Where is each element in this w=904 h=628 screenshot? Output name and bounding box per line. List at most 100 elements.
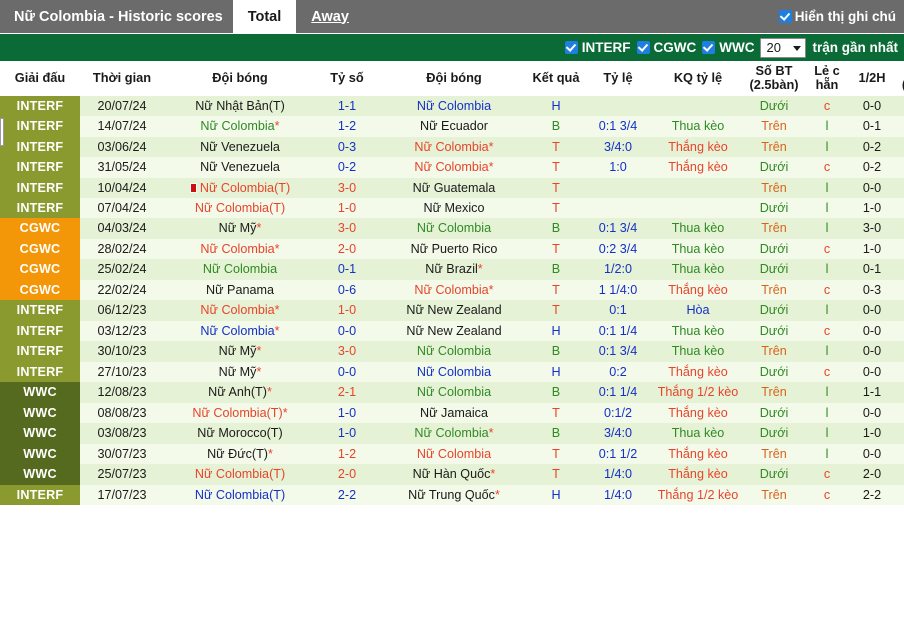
table-row[interactable]: INTERF 07/04/24 Nữ Colombia(T) 1-0 Nữ Mexico…	[0, 198, 904, 219]
col-header-time[interactable]: Thời gian	[80, 61, 164, 96]
table-row[interactable]: WWC 25/07/23 Nữ Colombia(T) 2-0 Nữ Hàn Quốc*…	[0, 464, 904, 485]
cell-league: WWC	[0, 464, 80, 485]
cell-home-team: Nữ Mỹ*	[164, 361, 316, 383]
cell-odd-even: l	[806, 443, 848, 465]
cell-bt25: Trên	[742, 218, 806, 239]
table-row[interactable]: WWC 08/08/23 Nữ Colombia(T)* 1-0 Nữ Jamaica T…	[0, 402, 904, 424]
cell-odds	[582, 177, 654, 198]
col-header-away[interactable]: Đội bóng	[378, 61, 530, 96]
table-row[interactable]: INTERF 20/07/24 Nữ Nhật Bản(T) 1-1 Nữ Colomb…	[0, 95, 904, 117]
cell-bt25: Dưới	[742, 402, 806, 424]
cell-league: INTERF	[0, 136, 80, 158]
cell-bt25: Trên	[742, 279, 806, 301]
cell-odd-even: c	[806, 95, 848, 117]
table-row[interactable]: INTERF 17/07/23 Nữ Colombia(T) 2-2 Nữ Trung …	[0, 484, 904, 506]
col-header-home[interactable]: Đội bóng	[164, 61, 316, 96]
cell-home-team: Nữ Colombia*	[164, 320, 316, 342]
cell-result: B	[530, 218, 582, 239]
col-header-score[interactable]: Tỷ số	[316, 61, 378, 96]
filter-wwc[interactable]: WWC	[702, 40, 754, 55]
cell-odd-even: c	[806, 157, 848, 178]
col-header-half[interactable]: 1/2H	[848, 61, 896, 96]
checkbox-checked-icon[interactable]	[564, 41, 578, 54]
filter-bar: INTERF CGWC WWC 10203050 trận gần nhất	[0, 33, 904, 61]
cell-odds: 0:1 3/4	[582, 341, 654, 362]
filter-cgwc[interactable]: CGWC	[636, 40, 696, 55]
cell-half: 3-0	[848, 218, 896, 239]
table-row[interactable]: INTERF 10/04/24 Nữ Colombia(T) 3-0 Nữ Guatem…	[0, 177, 904, 198]
col-header-odds[interactable]: Tỷ lệ	[582, 61, 654, 96]
cell-home-team: Nữ Đức(T)*	[164, 443, 316, 465]
table-row[interactable]: INTERF 03/12/23 Nữ Colombia* 0-0 Nữ New Zeal…	[0, 320, 904, 342]
cell-score: 0-0	[316, 320, 378, 342]
cell-home-team: Nữ Morocco(T)	[164, 423, 316, 444]
cell-home-team: Nữ Colombia(T)	[164, 198, 316, 219]
cell-league: WWC	[0, 382, 80, 403]
table-row[interactable]: WWC 12/08/23 Nữ Anh(T)* 2-1 Nữ Colombia B 0:1 …	[0, 382, 904, 403]
col-header-odd-even[interactable]: Lẻ c hẵn	[806, 61, 848, 96]
cell-odds: 0:1	[582, 300, 654, 321]
table-row[interactable]: INTERF 06/12/23 Nữ Colombia* 1-0 Nữ New Zeal…	[0, 300, 904, 321]
table-row[interactable]: CGWC 25/02/24 Nữ Colombia 0-1 Nữ Brazil* B 1/2…	[0, 259, 904, 280]
cell-odds: 1:0	[582, 157, 654, 178]
cell-time: 04/03/24	[80, 218, 164, 239]
cell-time: 03/12/23	[80, 320, 164, 342]
cell-bt25: Dưới	[742, 157, 806, 178]
cell-result: T	[530, 157, 582, 178]
cell-away-team: Nữ Colombia*	[378, 157, 530, 178]
cell-home-team: Nữ Mỹ*	[164, 341, 316, 362]
filter-interf[interactable]: INTERF	[564, 40, 631, 55]
tab-away[interactable]: Away	[296, 0, 364, 33]
cell-odd-even: c	[806, 279, 848, 301]
cell-bt25: Trên	[742, 443, 806, 465]
checkbox-checked-icon[interactable]	[702, 41, 716, 54]
tab-total[interactable]: Total	[232, 0, 297, 33]
match-count-select-wrap: 10203050	[760, 37, 807, 58]
cell-odds-result: Thua kèo	[654, 320, 742, 342]
cell-odds-result: Thắng 1/2 kèo	[654, 484, 742, 506]
cell-bt075: Trên	[896, 116, 904, 137]
cell-odd-even: c	[806, 361, 848, 383]
table-row[interactable]: CGWC 28/02/24 Nữ Colombia* 2-0 Nữ Puerto Ric…	[0, 238, 904, 260]
home-advantage-star: *	[477, 262, 483, 277]
cell-result: B	[530, 259, 582, 280]
cell-odds-result: Thua kèo	[654, 423, 742, 444]
home-advantage-star: *	[494, 487, 500, 502]
table-row[interactable]: INTERF 03/06/24 Nữ Venezuela 0-3 Nữ Colombia…	[0, 136, 904, 158]
col-header-bt075[interactable]: Số BT (0.75bàn)	[896, 61, 904, 96]
cell-odds-result: Thua kèo	[654, 259, 742, 280]
col-header-result[interactable]: Kết quả	[530, 61, 582, 96]
checkbox-checked-icon[interactable]	[778, 10, 792, 23]
cell-result: T	[530, 464, 582, 485]
table-row[interactable]: CGWC 22/02/24 Nữ Panama 0-6 Nữ Colombia* T 1 1…	[0, 279, 904, 301]
cell-time: 06/12/23	[80, 300, 164, 321]
cell-bt075: Trên	[896, 279, 904, 301]
cell-odds-result: Hòa	[654, 300, 742, 321]
table-row[interactable]: WWC 30/07/23 Nữ Đức(T)* 1-2 Nữ Colombia T 0:1 …	[0, 443, 904, 465]
checkbox-checked-icon[interactable]	[636, 41, 650, 54]
cell-away-team: Nữ Hàn Quốc*	[378, 464, 530, 485]
table-row[interactable]: INTERF 31/05/24 Nữ Venezuela 0-2 Nữ Colombia…	[0, 157, 904, 178]
home-advantage-star: *	[268, 446, 273, 461]
cell-score: 1-0	[316, 300, 378, 321]
table-row[interactable]: CGWC 04/03/24 Nữ Mỹ* 3-0 Nữ Colombia B 0:1 3/4…	[0, 218, 904, 239]
col-header-league[interactable]: Giải đấu	[0, 61, 80, 96]
table-row[interactable]: INTERF 14/07/24 Nữ Colombia* 1-2 Nữ Ecuador B…	[0, 116, 904, 137]
cell-odd-even: l	[806, 423, 848, 444]
table-row[interactable]: INTERF 27/10/23 Nữ Mỹ* 0-0 Nữ Colombia H 0:2 Th…	[0, 361, 904, 383]
cell-time: 08/08/23	[80, 402, 164, 424]
scroll-indicator[interactable]	[0, 118, 4, 146]
cell-bt075: Dưới	[896, 320, 904, 342]
match-count-select[interactable]: 10203050	[760, 37, 807, 58]
cell-time: 14/07/24	[80, 116, 164, 137]
table-row[interactable]: INTERF 30/10/23 Nữ Mỹ* 3-0 Nữ Colombia B 0:1 3…	[0, 341, 904, 362]
table-row[interactable]: WWC 03/08/23 Nữ Morocco(T) 1-0 Nữ Colombia* B…	[0, 423, 904, 444]
cell-bt075: Dưới	[896, 177, 904, 198]
cell-odds: 0:2	[582, 361, 654, 383]
cell-time: 17/07/23	[80, 484, 164, 506]
col-header-bt25[interactable]: Số BT (2.5bàn)	[742, 61, 806, 96]
col-header-odds-result[interactable]: KQ tỷ lệ	[654, 61, 742, 96]
show-notes-toggle[interactable]: Hiển thị ghi chú	[778, 0, 904, 33]
filter-interf-label: INTERF	[581, 40, 631, 55]
cell-odds: 0:1 1/2	[582, 443, 654, 465]
